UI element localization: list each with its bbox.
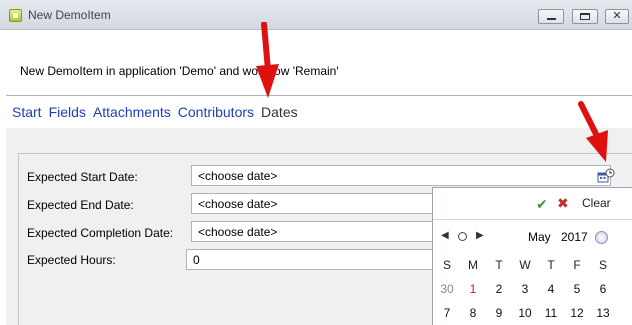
calendar-week-row: 7 8 9 10 11 12 13: [434, 301, 632, 325]
expected-start-date-field[interactable]: <choose date>: [191, 165, 611, 186]
tab-contributors[interactable]: Contributors: [178, 104, 254, 120]
weekday-header: F: [573, 258, 581, 272]
calendar-day[interactable]: 2: [486, 282, 512, 296]
weekday-header: S: [598, 258, 607, 272]
weekday-header: W: [519, 258, 531, 272]
tab-bar: Start Fields Attachments Contributors Da…: [12, 104, 298, 120]
minimize-button[interactable]: [538, 9, 564, 24]
weekday-header: T: [547, 258, 555, 272]
weekday-header-row: S M T W T F S: [434, 253, 632, 277]
calendar-actions: ✔ ✖ Clear: [433, 188, 632, 220]
calendar-day[interactable]: 7: [434, 306, 460, 320]
calendar-day[interactable]: 30: [434, 282, 460, 296]
x-icon[interactable]: ✖: [557, 195, 569, 212]
calendar-popup: ✔ ✖ Clear ◀ ▶ May 2017 S M T W T F S 30 …: [432, 187, 632, 325]
expected-end-date-label: Expected End Date:: [27, 198, 134, 212]
expected-completion-date-label: Expected Completion Date:: [27, 226, 174, 240]
close-icon: ✕: [612, 10, 622, 22]
calendar-day[interactable]: 3: [512, 282, 538, 296]
month-selector[interactable]: May: [528, 230, 551, 244]
calendar-day[interactable]: 10: [512, 306, 538, 320]
calendar-day[interactable]: 8: [460, 306, 486, 320]
today-icon[interactable]: [595, 231, 608, 244]
tab-fields[interactable]: Fields: [49, 104, 86, 120]
weekday-header: S: [442, 258, 451, 272]
window-title-bar[interactable]: New DemoItem ✕: [0, 0, 632, 30]
current-month-icon[interactable]: [458, 232, 467, 241]
calendar-day[interactable]: 5: [564, 282, 590, 296]
expected-end-date-field[interactable]: <choose date>: [191, 193, 433, 214]
clear-button[interactable]: Clear: [582, 196, 611, 210]
minimize-icon: [546, 17, 556, 20]
weekday-header: M: [468, 258, 478, 272]
calendar-day[interactable]: 12: [564, 306, 590, 320]
header-message: New DemoItem in application 'Demo' and w…: [20, 64, 339, 78]
expected-completion-date-field[interactable]: <choose date>: [191, 221, 433, 242]
next-month-icon[interactable]: ▶: [476, 230, 484, 241]
close-button[interactable]: ✕: [605, 9, 629, 24]
calendar-week-row: 30 1 2 3 4 5 6: [434, 277, 632, 301]
calendar-clock-icon: [597, 168, 615, 183]
window-title: New DemoItem: [28, 8, 111, 22]
checkmark-icon[interactable]: ✔: [536, 196, 548, 213]
calendar-day[interactable]: 13: [590, 306, 616, 320]
year-selector[interactable]: 2017: [561, 230, 588, 244]
calendar-day[interactable]: 9: [486, 306, 512, 320]
calendar-grid: S M T W T F S 30 1 2 3 4 5 6 7 8 9 10 11…: [433, 253, 632, 325]
expected-hours-field[interactable]: 0: [186, 249, 433, 270]
maximize-button[interactable]: [572, 9, 598, 24]
app-icon: [9, 9, 22, 22]
weekday-header: T: [495, 258, 503, 272]
tab-start[interactable]: Start: [12, 104, 42, 120]
date-picker-button[interactable]: [596, 168, 615, 184]
maximize-icon: [580, 13, 590, 20]
calendar-day[interactable]: 11: [538, 306, 564, 320]
tab-dates[interactable]: Dates: [261, 104, 298, 120]
expected-hours-label: Expected Hours:: [27, 253, 116, 267]
calendar-day-today[interactable]: 1: [460, 282, 486, 296]
calendar-navigation: ◀ ▶ May 2017: [433, 226, 632, 246]
expected-start-date-label: Expected Start Date:: [27, 170, 138, 184]
calendar-day[interactable]: 6: [590, 282, 616, 296]
tab-attachments[interactable]: Attachments: [93, 104, 171, 120]
annotation-arrow: [578, 101, 608, 162]
previous-month-icon[interactable]: ◀: [441, 230, 449, 241]
annotation-arrow: [256, 22, 279, 98]
calendar-day[interactable]: 4: [538, 282, 564, 296]
